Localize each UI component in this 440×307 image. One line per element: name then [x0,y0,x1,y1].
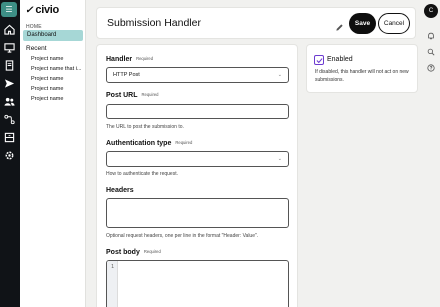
required-marker: Required [175,140,193,145]
post-body-label: Post body Required [106,249,161,256]
sidebar-project-item[interactable]: Project name [31,76,63,82]
post-url-input[interactable] [106,104,289,119]
sidebar-recent-heading: Recent [26,45,47,52]
handler-form: Handler Required HTTP Post ⌄ Post URL Requ… [96,44,298,307]
sidebar-project-item[interactable]: Project name [31,86,63,92]
sidebar-item-dashboard[interactable]: Dashboard [23,30,83,41]
chevron-down-icon: ⌄ [277,156,282,162]
bell-icon[interactable] [427,27,437,40]
monitor-icon[interactable] [4,42,15,53]
page-header: Submission Handler Save Cancel [96,7,416,39]
document-icon[interactable] [4,60,15,71]
enabled-note: If disabled, this handler will not act o… [315,69,409,83]
auth-type-help: How to authenticate the request. [106,171,178,177]
help-icon[interactable] [427,59,437,72]
required-marker: Required [143,249,161,254]
user-avatar[interactable]: C [424,4,438,18]
sidebar: ✓ civio HOME Dashboard Recent Project na… [20,0,86,307]
utility-bar: C [420,0,440,307]
cancel-button[interactable]: Cancel [378,13,410,34]
send-icon[interactable] [4,78,15,89]
edit-title-icon[interactable] [335,19,344,31]
post-url-help: The URL to post the submission to. [106,124,184,130]
required-marker: Required [136,56,154,61]
auth-type-label: Authentication type Required [106,140,193,147]
icon-rail: ☰ [0,0,20,307]
search-icon[interactable] [427,43,437,56]
workflow-icon[interactable] [4,114,15,125]
sidebar-project-item[interactable]: Project name that i... [31,66,81,72]
enabled-card: Enabled If disabled, this handler will n… [306,44,418,93]
settings-icon[interactable] [4,150,15,161]
headers-help: Optional request headers, one per line i… [106,233,259,239]
chevron-down-icon: ⌄ [277,72,282,78]
headers-textarea[interactable] [106,198,289,228]
enabled-label: Enabled [327,56,353,63]
home-icon[interactable] [4,24,15,35]
page-title: Submission Handler [107,17,201,29]
handler-select[interactable]: HTTP Post ⌄ [106,67,289,83]
headers-label: Headers [106,187,134,194]
menu-icon[interactable]: ☰ [1,2,17,17]
brand-logo[interactable]: ✓ civio [25,3,59,17]
archive-icon[interactable] [4,132,15,143]
sidebar-project-item[interactable]: Project name [31,96,63,102]
checkmark-icon [316,58,323,64]
enabled-checkbox[interactable] [314,55,324,65]
auth-type-select[interactable]: ⌄ [106,151,289,167]
sidebar-project-item[interactable]: Project name [31,56,63,62]
handler-select-value: HTTP Post [113,72,140,78]
required-marker: Required [141,92,159,97]
brand-name: civio [35,4,59,16]
line-number: 1 [111,264,115,270]
save-button[interactable]: Save [349,13,376,34]
post-body-editor[interactable]: 1 [106,260,289,307]
post-url-label: Post URL Required [106,92,159,99]
handler-label: Handler Required [106,56,154,63]
civio-logo-icon: ✓ [25,4,34,16]
users-icon[interactable] [4,96,15,107]
